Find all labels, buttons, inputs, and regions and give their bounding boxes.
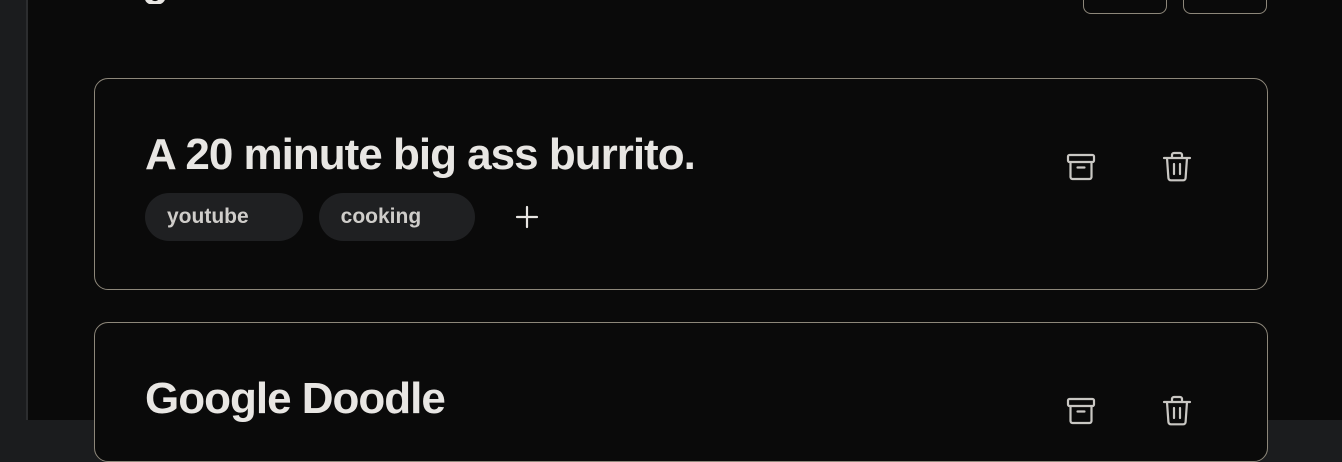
tag-list: youtube cooking xyxy=(145,193,545,241)
archive-icon xyxy=(1066,397,1096,425)
header-button-1[interactable] xyxy=(1083,0,1167,14)
delete-button[interactable] xyxy=(1157,391,1197,431)
plus-icon xyxy=(516,205,539,229)
trash-icon xyxy=(1162,395,1192,426)
archive-button[interactable] xyxy=(1061,391,1101,431)
card-title[interactable]: A 20 minute big ass burrito. xyxy=(145,129,696,181)
archive-button[interactable] xyxy=(1061,147,1101,187)
bookmark-card[interactable]: Google Doodle xyxy=(94,322,1268,462)
header-button-2[interactable] xyxy=(1183,0,1267,14)
trash-icon xyxy=(1162,151,1192,182)
page-title-text: g xyxy=(142,0,169,4)
page-title: g xyxy=(142,0,272,4)
delete-button[interactable] xyxy=(1157,147,1197,187)
tag-youtube[interactable]: youtube xyxy=(145,193,303,241)
add-tag-button[interactable] xyxy=(509,199,545,235)
tag-cooking[interactable]: cooking xyxy=(318,193,476,241)
card-title[interactable]: Google Doodle xyxy=(145,373,446,425)
main-content: g A 20 minute big ass burrito. youtube c… xyxy=(26,0,1342,462)
bookmark-card[interactable]: A 20 minute big ass burrito. youtube coo… xyxy=(94,78,1268,290)
archive-icon xyxy=(1066,153,1096,181)
